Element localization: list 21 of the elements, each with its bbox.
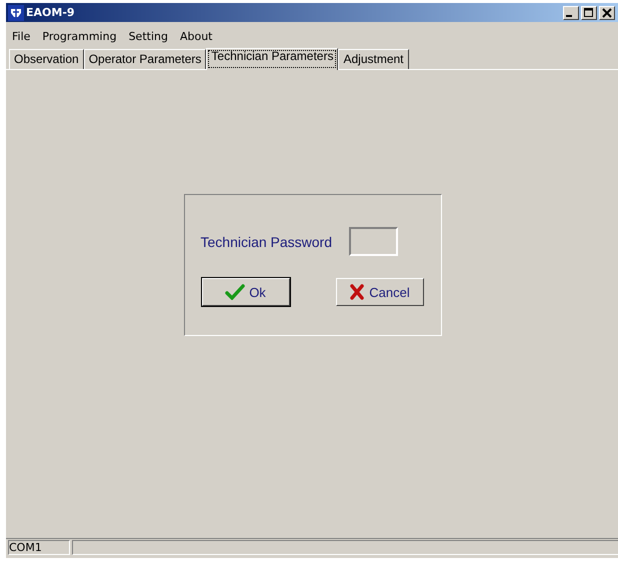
menu-item[interactable]: Setting	[128, 30, 168, 43]
window-title: EAOM-9	[26, 6, 76, 19]
tab[interactable]: Technician Parameters	[206, 48, 338, 70]
tab[interactable]: Observation	[9, 49, 84, 69]
password-field[interactable]	[349, 227, 398, 256]
menu-item[interactable]: File	[12, 30, 30, 43]
checkmark-icon	[225, 284, 246, 300]
status-port: COM1	[8, 540, 70, 555]
menu-item[interactable]: About	[180, 30, 212, 43]
tab[interactable]: Adjustment	[338, 49, 409, 69]
minimize-icon	[566, 14, 572, 16]
menu-item[interactable]: Programming	[42, 30, 117, 43]
password-label: Technician Password	[200, 234, 332, 250]
cross-icon	[349, 284, 366, 300]
maximize-button[interactable]	[581, 6, 597, 20]
close-icon	[601, 8, 613, 18]
ok-button[interactable]: Ok	[202, 278, 290, 306]
close-button[interactable]	[599, 6, 615, 20]
maximize-icon	[583, 8, 595, 18]
minimize-button[interactable]	[563, 6, 579, 20]
cancel-button[interactable]: Cancel	[336, 278, 424, 306]
